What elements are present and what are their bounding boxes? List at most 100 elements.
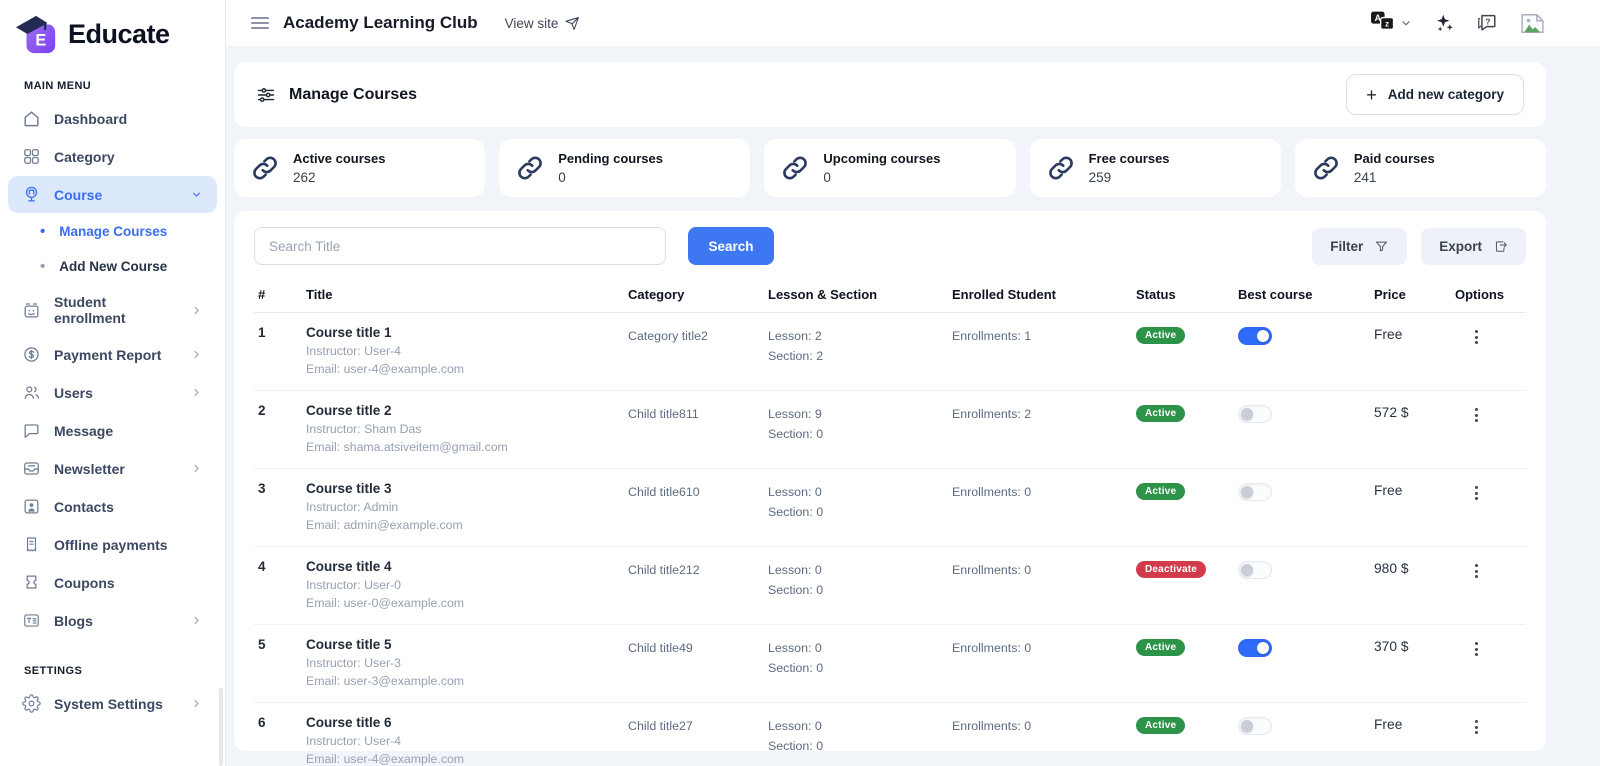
sparkles-icon[interactable] (1433, 12, 1455, 34)
sidebar-item-blogs[interactable]: Blogs (8, 602, 217, 639)
sidebar-item-newsletter[interactable]: Newsletter (8, 450, 217, 487)
lesson-count: Lesson: 0 (768, 482, 952, 502)
link-icon (250, 153, 280, 183)
enrollments-count: Enrollments: 1 (952, 325, 1136, 376)
brand-logo[interactable]: E Educate (0, 0, 225, 60)
stat-label: Pending courses (558, 151, 663, 166)
svg-text:?: ? (1485, 17, 1490, 26)
funnel-icon (1374, 239, 1389, 254)
sidebar-item-student-enrollment[interactable]: Student enrollment (8, 285, 217, 335)
column-header: Lesson & Section (768, 287, 952, 302)
course-instructor: Instructor: User-4 (306, 734, 628, 748)
column-header: Enrolled Student (952, 287, 1136, 302)
bullet-icon: • (40, 224, 45, 239)
row-options-button[interactable] (1467, 561, 1485, 581)
site-title: Academy Learning Club (283, 13, 478, 33)
main-area: Academy Learning Club View site A z (226, 0, 1600, 766)
sidebar-settings-nav: System Settings (0, 685, 225, 722)
export-icon (1493, 239, 1508, 254)
best-course-toggle[interactable] (1238, 483, 1272, 501)
avatar-broken-image-icon[interactable] (1519, 12, 1546, 35)
link-icon (515, 153, 545, 183)
sidebar-item-system-settings[interactable]: System Settings (8, 685, 217, 722)
sidebar-item-course[interactable]: Course (8, 176, 217, 213)
best-course-toggle[interactable] (1238, 561, 1272, 579)
sidebar-item-category[interactable]: Category (8, 138, 217, 175)
table-row: 6Course title 6Instructor: User-4Email: … (254, 703, 1526, 766)
course-title: Course title 4 (306, 559, 628, 574)
best-course-toggle[interactable] (1238, 639, 1272, 657)
export-button[interactable]: Export (1421, 228, 1526, 265)
row-number: 4 (254, 559, 306, 610)
best-course-toggle[interactable] (1238, 717, 1272, 735)
chevron-right-icon (190, 697, 203, 710)
sidebar-item-contacts[interactable]: Contacts (8, 488, 217, 525)
sidebar-item-offline-payments[interactable]: Offline payments (8, 526, 217, 563)
sidebar-item-message[interactable]: Message (8, 412, 217, 449)
column-header: Best course (1238, 287, 1374, 302)
course-price: Free (1374, 715, 1455, 766)
course-price: Free (1374, 481, 1455, 532)
sidebar-item-dashboard[interactable]: Dashboard (8, 100, 217, 137)
table-row: 3Course title 3Instructor: AdminEmail: a… (254, 469, 1526, 547)
filter-button[interactable]: Filter (1312, 228, 1407, 265)
courses-panel: Search Filter Export (234, 211, 1546, 751)
status-badge: Deactivate (1136, 561, 1206, 578)
best-course-toggle[interactable] (1238, 327, 1272, 345)
stat-value: 241 (1354, 170, 1435, 185)
row-options-button[interactable] (1467, 327, 1485, 347)
sidebar-item-payment-report[interactable]: Payment Report (8, 336, 217, 373)
status-badge: Active (1136, 483, 1185, 500)
brand-name: Educate (68, 19, 170, 50)
sidebar-subitem-label: Add New Course (59, 259, 167, 274)
sidebar-item-label: Newsletter (54, 461, 125, 477)
search-input[interactable] (254, 227, 666, 265)
row-options-button[interactable] (1467, 483, 1485, 503)
users-icon (22, 383, 41, 402)
row-options-button[interactable] (1467, 717, 1485, 737)
course-title: Course title 1 (306, 325, 628, 340)
course-email: Email: admin@example.com (306, 518, 628, 532)
svg-text:E: E (35, 31, 46, 49)
row-number: 3 (254, 481, 306, 532)
sidebar-item-label: Contacts (54, 499, 114, 515)
sidebar-subitem-manage-courses[interactable]: •Manage Courses (0, 214, 225, 249)
lesson-count: Lesson: 0 (768, 560, 952, 580)
stat-value: 0 (558, 170, 663, 185)
add-new-category-button[interactable]: Add new category (1346, 74, 1524, 115)
hamburger-menu-icon[interactable] (251, 17, 269, 29)
row-number: 5 (254, 637, 306, 688)
course-title: Course title 3 (306, 481, 628, 496)
gear-icon (22, 694, 41, 713)
sidebar-item-coupons[interactable]: Coupons (8, 564, 217, 601)
course-title: Course title 2 (306, 403, 628, 418)
chevron-right-icon (190, 304, 203, 317)
chevron-right-icon (190, 386, 203, 399)
view-site-label: View site (505, 16, 559, 31)
sidebar-scrollbar[interactable] (219, 688, 223, 766)
sidebar-item-label: Blogs (54, 613, 93, 629)
column-header: Status (1136, 287, 1238, 302)
row-options-button[interactable] (1467, 639, 1485, 659)
topbar: Academy Learning Club View site A z (226, 0, 1600, 47)
message-icon (22, 421, 41, 440)
view-site-link[interactable]: View site (505, 16, 581, 31)
stat-card-upcoming-courses: Upcoming courses0 (764, 139, 1015, 197)
section-count: Section: 0 (768, 658, 952, 678)
enrollments-count: Enrollments: 0 (952, 715, 1136, 766)
sidebar-item-users[interactable]: Users (8, 374, 217, 411)
row-options-button[interactable] (1467, 405, 1485, 425)
course-instructor: Instructor: User-0 (306, 578, 628, 592)
language-selector[interactable]: A z (1370, 9, 1412, 37)
lesson-count: Lesson: 9 (768, 404, 952, 424)
stat-card-free-courses: Free courses259 (1030, 139, 1281, 197)
course-email: Email: user-0@example.com (306, 596, 628, 610)
row-number: 2 (254, 403, 306, 454)
row-number: 1 (254, 325, 306, 376)
course-category: Child title49 (628, 637, 768, 688)
sidebar-item-label: Dashboard (54, 111, 127, 127)
search-button[interactable]: Search (688, 227, 774, 265)
best-course-toggle[interactable] (1238, 405, 1272, 423)
support-chat-icon[interactable]: ? (1476, 12, 1498, 34)
sidebar-subitem-add-new-course[interactable]: •Add New Course (0, 249, 225, 284)
